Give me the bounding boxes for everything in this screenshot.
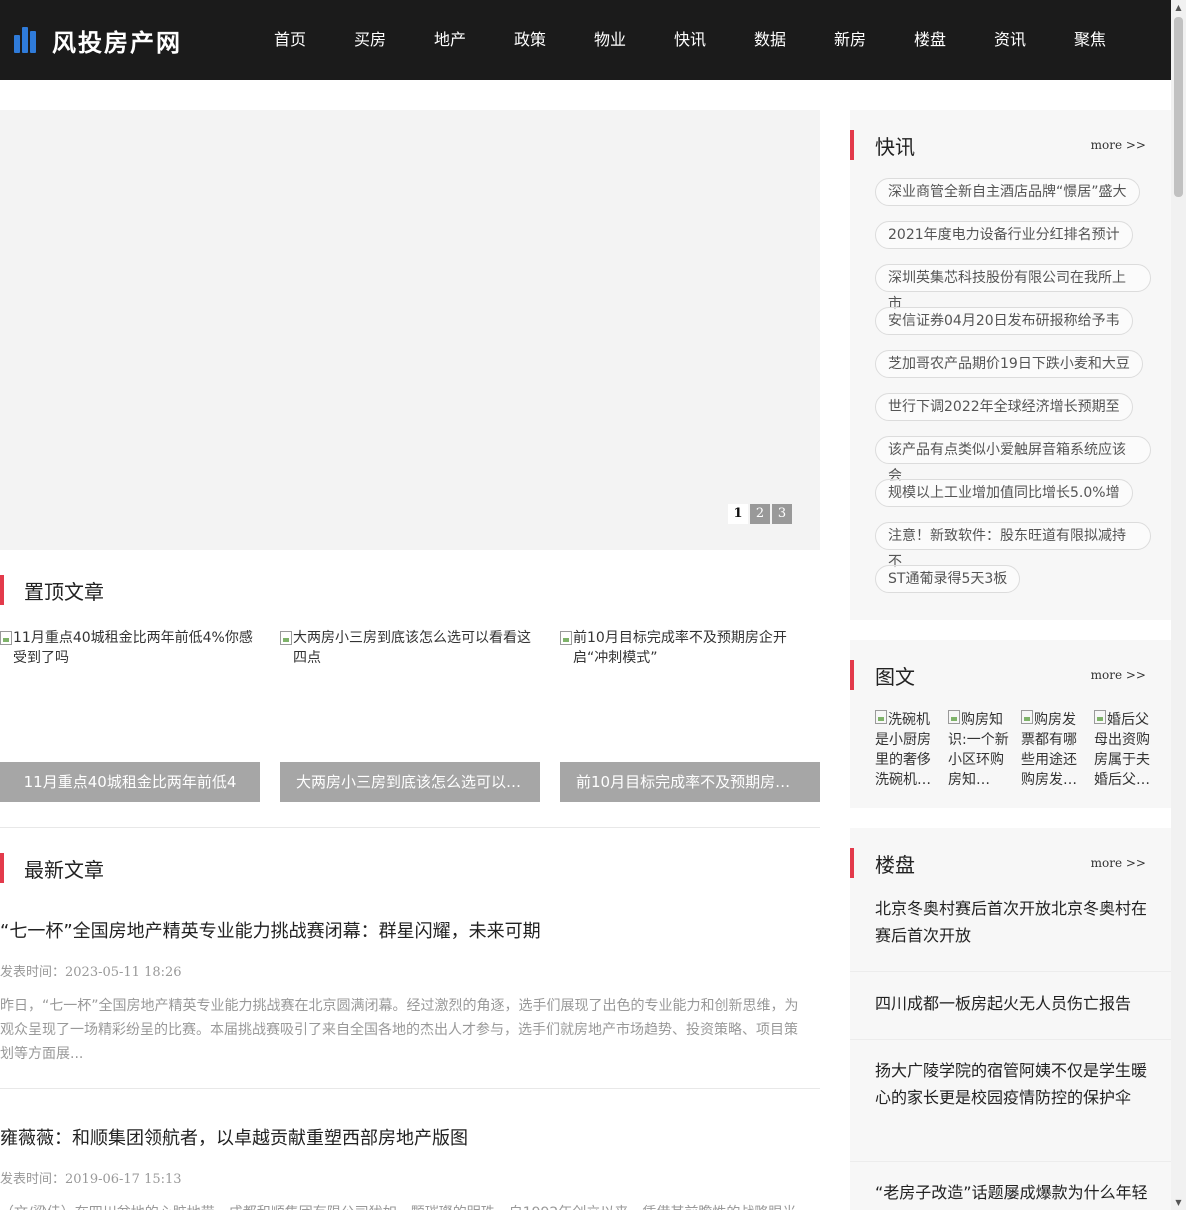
page-scrollbar[interactable]: ▲ ▼ bbox=[1171, 0, 1186, 1210]
site-header: 风投房产网 首页 买房 地产 政策 物业 快讯 数据 新房 楼盘 资讯 聚焦 bbox=[0, 0, 1171, 80]
news-flash-item[interactable]: 深业商管全新自主酒店品牌“憬居”盛大 bbox=[875, 178, 1140, 206]
photo-news-item[interactable]: 婚后父母出资购房属于夫婚后父… bbox=[1094, 707, 1156, 795]
section-accent-bar bbox=[850, 848, 854, 878]
article-time: 发表时间：2019-06-17 15:13 bbox=[0, 1172, 182, 1187]
nav-item-info[interactable]: 资讯 bbox=[970, 0, 1050, 80]
top-article-card[interactable]: 大两房小三房到底该怎么选可以看看这四点 大两房小三房到底该怎么选可以看看这四点 bbox=[280, 628, 540, 802]
news-flash-header: 快讯 more >> bbox=[850, 130, 1171, 160]
scroll-up-icon[interactable]: ▲ bbox=[1171, 0, 1186, 15]
news-flash-box: 快讯 more >> 深业商管全新自主酒店品牌“憬居”盛大 2021年度电力设备… bbox=[850, 110, 1171, 620]
article-summary: （文/梁佳）在四川盆地的心脏地带，成都和顺集团有限公司犹如一颗璀璨的明珠，自19… bbox=[0, 1201, 810, 1210]
scroll-down-icon[interactable]: ▼ bbox=[1171, 1195, 1186, 1210]
top-article-caption[interactable]: 前10月目标完成率不及预期房企开 bbox=[560, 762, 820, 802]
property-item[interactable]: 扬大广陵学院的宿管阿姨不仅是学生暖心的家长更是校园疫情防控的保护伞 bbox=[850, 1040, 1171, 1162]
property-header: 楼盘 more >> bbox=[850, 848, 1171, 878]
broken-image-icon bbox=[1021, 710, 1033, 724]
broken-image-icon bbox=[1094, 710, 1106, 724]
section-title-text: 最新文章 bbox=[24, 857, 104, 882]
news-flash-item[interactable]: 注意！新致软件：股东旺道有限拟减持不 bbox=[875, 522, 1151, 570]
photo-news-header: 图文 more >> bbox=[850, 660, 1171, 690]
news-flash-item[interactable]: 安信证券04月20日发布研报称给予韦 bbox=[875, 307, 1133, 335]
nav-item-property[interactable]: 物业 bbox=[570, 0, 650, 80]
slider-pager: 1 2 3 bbox=[728, 504, 792, 524]
news-flash-item[interactable]: 深圳英集芯科技股份有限公司在我所上市 bbox=[875, 264, 1151, 312]
article-summary: 昨日，“七一杯”全国房地产精英专业能力挑战赛在北京圆满闭幕。经过激烈的角逐，选手… bbox=[0, 998, 799, 1062]
logo-icon bbox=[12, 25, 40, 55]
slider-page-1[interactable]: 1 bbox=[728, 504, 748, 524]
more-link[interactable]: more >> bbox=[1091, 138, 1146, 152]
article-title[interactable]: 雍薇薇：和顺集团领航者，以卓越贡献重塑西部房地产版图 bbox=[0, 1124, 810, 1150]
section-accent-bar bbox=[850, 660, 854, 690]
section-accent-bar bbox=[850, 130, 854, 160]
property-title[interactable]: 四川成都一板房起火无人员伤亡报告 bbox=[875, 990, 1150, 1017]
broken-image-icon bbox=[875, 710, 887, 724]
photo-news-item[interactable]: 购房发票都有哪些用途还购房发… bbox=[1021, 707, 1083, 795]
news-flash-item[interactable]: 规模以上工业增加值同比增长5.0%增 bbox=[875, 479, 1133, 507]
section-accent-bar bbox=[0, 575, 4, 605]
property-item[interactable]: “老房子改造”话题屡成爆款为什么年轻 bbox=[850, 1162, 1171, 1210]
image-alt-text: 大两房小三房到底该怎么选可以看看这四点 bbox=[293, 630, 531, 666]
photo-news-box: 图文 more >> 洗碗机是小厨房里的奢侈洗碗机… 购房知识:一个新小区环购房… bbox=[850, 640, 1171, 808]
nav-item-newhouse[interactable]: 新房 bbox=[810, 0, 890, 80]
property-title[interactable]: 北京冬奥村赛后首次开放北京冬奥村在赛后首次开放 bbox=[875, 895, 1150, 949]
article-item: “七一杯”全国房地产精英专业能力挑战赛闭幕：群星闪耀，未来可期 发表时间：202… bbox=[0, 917, 810, 1066]
property-item[interactable]: 四川成都一板房起火无人员伤亡报告 bbox=[850, 972, 1171, 1040]
nav-item-focus[interactable]: 聚焦 bbox=[1050, 0, 1130, 80]
section-title-text: 图文 bbox=[875, 664, 915, 689]
section-title-latest: 最新文章 bbox=[0, 853, 104, 883]
top-article-image[interactable]: 大两房小三房到底该怎么选可以看看这四点 bbox=[280, 628, 540, 668]
top-article-caption[interactable]: 11月重点40城租金比两年前低4 bbox=[0, 762, 260, 802]
nav-item-data[interactable]: 数据 bbox=[730, 0, 810, 80]
photo-news-item[interactable]: 购房知识:一个新小区环购房知… bbox=[948, 707, 1010, 795]
section-title-text: 快讯 bbox=[875, 134, 915, 159]
scrollbar-thumb[interactable] bbox=[1174, 17, 1183, 197]
main-nav: 首页 买房 地产 政策 物业 快讯 数据 新房 楼盘 资讯 聚焦 bbox=[250, 0, 1130, 80]
article-time: 发表时间：2023-05-11 18:26 bbox=[0, 965, 182, 980]
photo-news-item[interactable]: 洗碗机是小厨房里的奢侈洗碗机… bbox=[875, 707, 937, 795]
broken-image-icon bbox=[560, 631, 572, 645]
news-flash-item[interactable]: 芝加哥农产品期价19日下跌小麦和大豆 bbox=[875, 350, 1143, 378]
news-flash-item[interactable]: ST通葡录得5天3板 bbox=[875, 565, 1021, 593]
nav-item-buy[interactable]: 买房 bbox=[330, 0, 410, 80]
nav-item-home[interactable]: 首页 bbox=[250, 0, 330, 80]
more-link[interactable]: more >> bbox=[1091, 856, 1146, 870]
logo-text: 风投房产网 bbox=[52, 27, 182, 57]
nav-item-policy[interactable]: 政策 bbox=[490, 0, 570, 80]
article-title[interactable]: “七一杯”全国房地产精英专业能力挑战赛闭幕：群星闪耀，未来可期 bbox=[0, 917, 810, 943]
nav-item-buildings[interactable]: 楼盘 bbox=[890, 0, 970, 80]
section-accent-bar bbox=[0, 853, 4, 883]
news-flash-item[interactable]: 2021年度电力设备行业分红排名预计 bbox=[875, 221, 1133, 249]
property-item[interactable]: 北京冬奥村赛后首次开放北京冬奥村在赛后首次开放 bbox=[850, 888, 1171, 972]
property-title[interactable]: “老房子改造”话题屡成爆款为什么年轻 bbox=[875, 1179, 1150, 1206]
broken-image-icon bbox=[948, 710, 960, 724]
news-flash-item[interactable]: 该产品有点类似小爱触屏音箱系统应该会 bbox=[875, 436, 1151, 484]
image-alt-text: 前10月目标完成率不及预期房企开启“冲刺模式” bbox=[573, 630, 787, 666]
broken-image-icon bbox=[280, 631, 292, 645]
more-link[interactable]: more >> bbox=[1091, 668, 1146, 682]
top-article-card[interactable]: 前10月目标完成率不及预期房企开启“冲刺模式” 前10月目标完成率不及预期房企开 bbox=[560, 628, 820, 802]
hero-slider[interactable]: 1 2 3 bbox=[0, 110, 820, 550]
news-flash-item[interactable]: 世行下调2022年全球经济增长预期至 bbox=[875, 393, 1133, 421]
top-article-image[interactable]: 11月重点40城租金比两年前低4%你感受到了吗 bbox=[0, 628, 260, 668]
top-article-card[interactable]: 11月重点40城租金比两年前低4%你感受到了吗 11月重点40城租金比两年前低4 bbox=[0, 628, 260, 802]
property-box: 楼盘 more >> 北京冬奥村赛后首次开放北京冬奥村在赛后首次开放 四川成都一… bbox=[850, 828, 1171, 1210]
nav-item-realestate[interactable]: 地产 bbox=[410, 0, 490, 80]
divider bbox=[0, 1088, 820, 1089]
article-item: 雍薇薇：和顺集团领航者，以卓越贡献重塑西部房地产版图 发表时间：2019-06-… bbox=[0, 1124, 810, 1210]
top-article-image[interactable]: 前10月目标完成率不及预期房企开启“冲刺模式” bbox=[560, 628, 820, 668]
section-title-text: 置顶文章 bbox=[24, 579, 104, 604]
divider bbox=[0, 827, 820, 828]
slider-page-2[interactable]: 2 bbox=[750, 504, 770, 524]
section-title-top: 置顶文章 bbox=[0, 575, 104, 605]
property-title[interactable]: 扬大广陵学院的宿管阿姨不仅是学生暖心的家长更是校园疫情防控的保护伞 bbox=[875, 1057, 1150, 1111]
slider-page-3[interactable]: 3 bbox=[772, 504, 792, 524]
nav-item-flash[interactable]: 快讯 bbox=[650, 0, 730, 80]
top-article-caption[interactable]: 大两房小三房到底该怎么选可以看看这四点 bbox=[280, 762, 540, 802]
image-alt-text: 11月重点40城租金比两年前低4%你感受到了吗 bbox=[13, 630, 253, 666]
site-logo[interactable]: 风投房产网 bbox=[12, 24, 182, 57]
section-title-text: 楼盘 bbox=[875, 852, 915, 877]
broken-image-icon bbox=[0, 631, 12, 645]
